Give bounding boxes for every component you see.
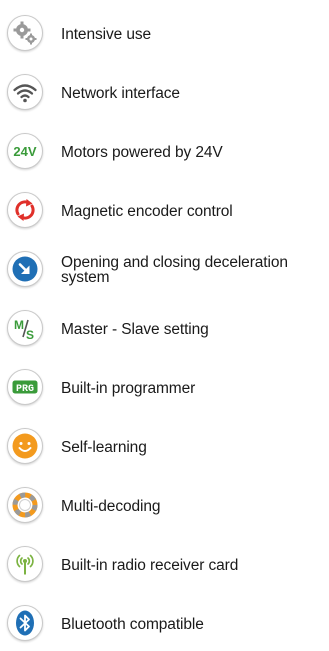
feature-item-radio-receiver: Built-in radio receiver card	[0, 543, 329, 587]
multi-decoding-icon	[7, 487, 43, 523]
feature-label: Multi-decoding	[61, 497, 161, 515]
master-slave-icon-s: S	[26, 328, 34, 342]
wifi-icon	[7, 74, 43, 110]
feature-item-deceleration: Opening and closing deceleration system	[0, 248, 329, 292]
master-slave-icon: M S	[7, 310, 43, 346]
feature-label: Self-learning	[61, 438, 147, 456]
feature-label: Intensive use	[61, 25, 152, 43]
feature-item-multi-decoding: Multi-decoding	[0, 484, 329, 528]
gears-icon	[7, 15, 43, 51]
feature-item-network-interface: Network interface	[0, 71, 329, 115]
feature-item-magnetic-encoder: Magnetic encoder control	[0, 189, 329, 233]
feature-item-built-in-programmer: PRG Built-in programmer	[0, 366, 329, 410]
programmer-icon-text: PRG	[16, 384, 34, 395]
antenna-icon	[7, 546, 43, 582]
24v-icon: 24V	[7, 133, 43, 169]
feature-label: Master - Slave setting	[61, 320, 209, 338]
programmer-icon: PRG	[7, 369, 43, 405]
deceleration-icon	[7, 251, 43, 287]
feature-item-master-slave: M S Master - Slave setting	[0, 307, 329, 351]
master-slave-icon-m: M	[14, 318, 24, 332]
feature-item-bluetooth: Bluetooth compatible	[0, 602, 329, 646]
24v-icon-text: 24V	[13, 144, 36, 159]
feature-label: Built-in programmer	[61, 379, 196, 397]
bluetooth-icon	[7, 605, 43, 641]
feature-label: Motors powered by 24V	[61, 143, 223, 161]
feature-item-intensive-use: Intensive use	[0, 12, 329, 56]
encoder-arrows-icon	[7, 192, 43, 228]
feature-item-self-learning: Self-learning	[0, 425, 329, 469]
smiley-icon	[7, 428, 43, 464]
feature-label: Magnetic encoder control	[61, 202, 233, 220]
feature-label: Bluetooth compatible	[61, 615, 204, 633]
feature-label: Built-in radio receiver card	[61, 556, 239, 574]
feature-label: Network interface	[61, 84, 180, 102]
feature-label: Opening and closing deceleration system	[61, 254, 288, 286]
feature-item-24v-motors: 24V Motors powered by 24V	[0, 130, 329, 174]
